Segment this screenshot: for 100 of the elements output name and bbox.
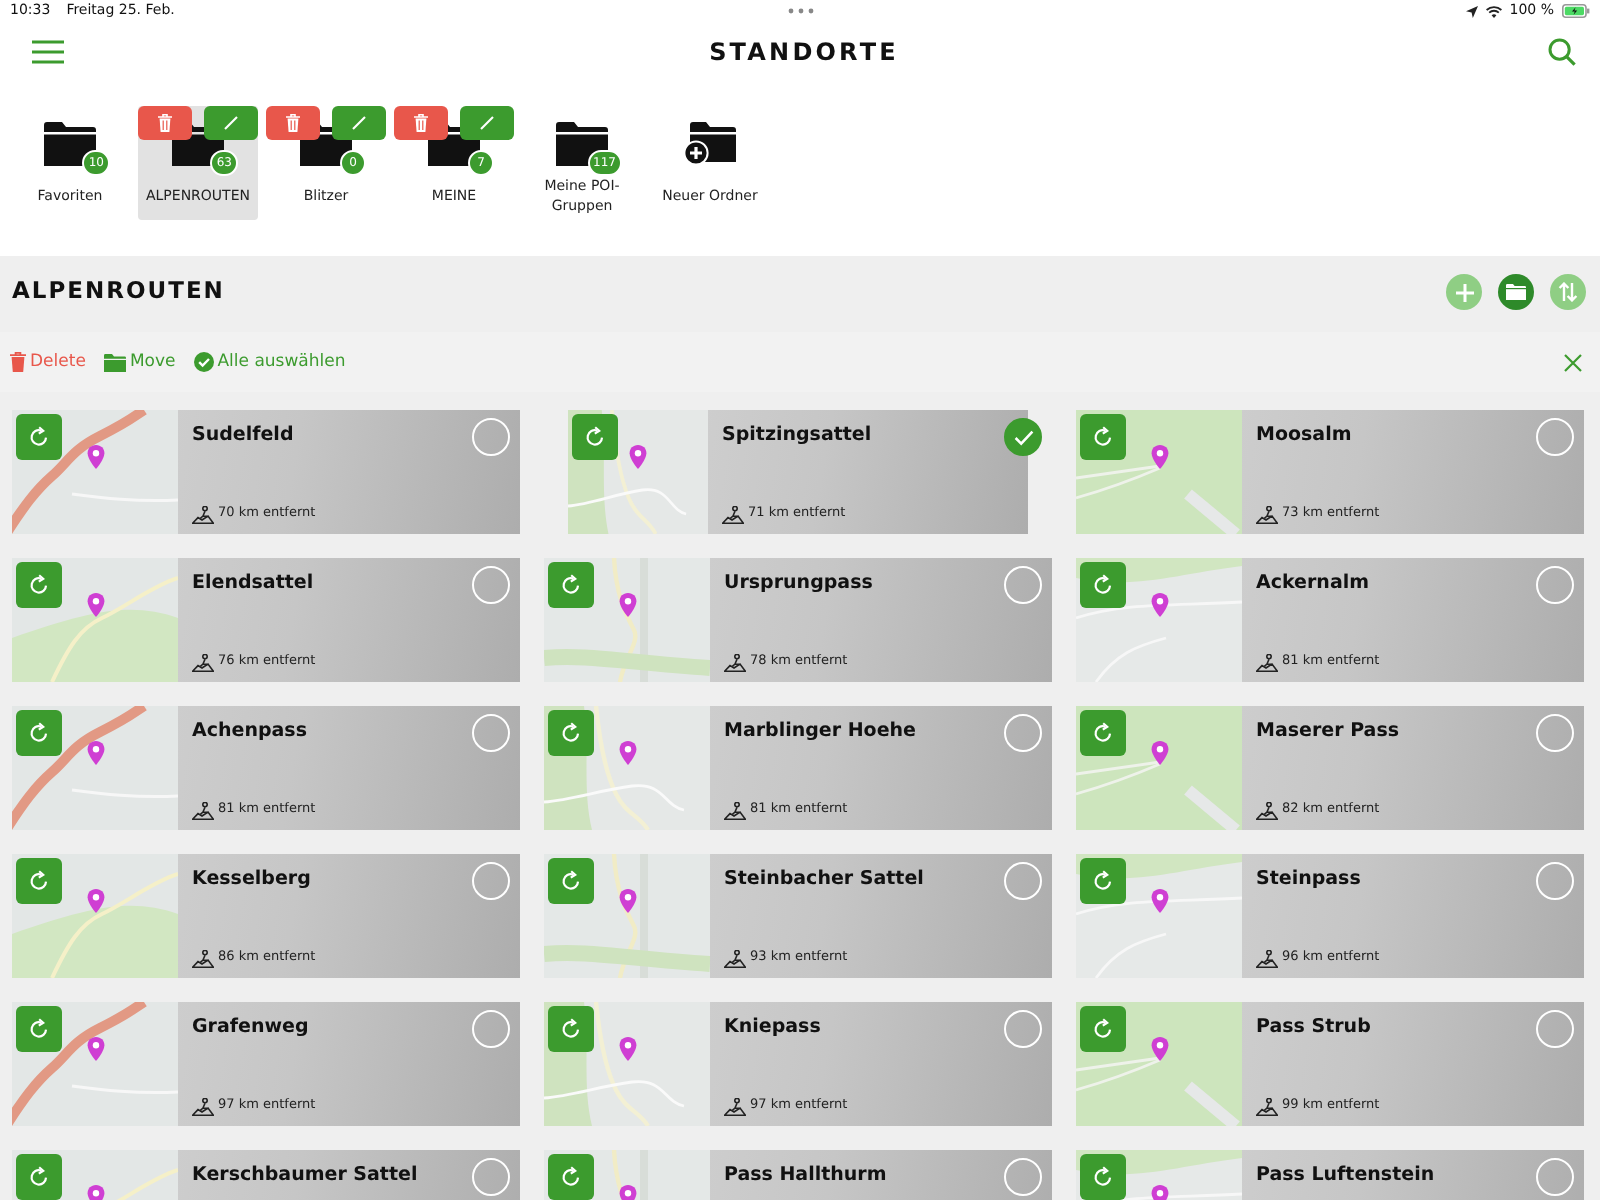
folder-icon [103, 353, 126, 371]
edit-folder-button[interactable] [204, 106, 258, 140]
person-on-hill-icon [724, 949, 746, 968]
location-name: Maserer Pass [1256, 718, 1402, 746]
refresh-icon [560, 870, 582, 892]
menu-button[interactable] [32, 39, 64, 63]
refresh-button[interactable] [1080, 562, 1126, 608]
delete-folder-button[interactable] [266, 106, 320, 140]
location-name: Grafenweg [192, 1014, 311, 1042]
pin-icon [85, 1036, 105, 1062]
person-on-hill-icon [722, 505, 744, 524]
trash-icon [414, 114, 428, 132]
folder-button[interactable] [1498, 274, 1534, 310]
pencil-icon [480, 116, 494, 130]
refresh-button[interactable] [16, 414, 62, 460]
refresh-button[interactable] [548, 562, 594, 608]
refresh-icon [1092, 426, 1114, 448]
refresh-button[interactable] [548, 710, 594, 756]
folder-icon [1506, 284, 1526, 300]
person-on-hill-icon [1256, 653, 1278, 672]
refresh-icon [28, 1166, 50, 1188]
check-icon [1013, 429, 1033, 445]
location-name: Achenpass [192, 718, 309, 746]
refresh-icon [1092, 1018, 1114, 1040]
edit-folder-button[interactable] [332, 106, 386, 140]
person-on-hill-icon [724, 1097, 746, 1116]
pin-icon [85, 592, 105, 618]
wifi-icon [1485, 5, 1502, 17]
refresh-button[interactable] [16, 1006, 62, 1052]
sort-arrows-icon [1558, 282, 1578, 302]
location-name: Kesselberg [192, 866, 313, 894]
refresh-button[interactable] [16, 1154, 62, 1200]
pin-icon [85, 444, 105, 470]
refresh-button[interactable] [548, 1154, 594, 1200]
pin-icon [617, 888, 637, 914]
close-button[interactable] [1564, 353, 1582, 371]
location-name: Pass Strub [1256, 1014, 1373, 1042]
dots-icon [787, 8, 813, 14]
location-name: Sudelfeld [192, 422, 296, 450]
location-name: Kniepass [724, 1014, 823, 1042]
menu-icon [32, 39, 64, 63]
refresh-icon [560, 574, 582, 596]
pin-icon [1149, 888, 1169, 914]
refresh-icon [584, 426, 606, 448]
refresh-icon [1092, 870, 1114, 892]
refresh-icon [560, 722, 582, 744]
search-icon [1548, 37, 1576, 65]
plus-icon [1455, 283, 1473, 301]
person-on-hill-icon [1256, 505, 1278, 524]
pencil-icon [224, 116, 238, 130]
refresh-button[interactable] [1080, 858, 1126, 904]
add-button[interactable] [1446, 274, 1482, 310]
refresh-icon [1092, 722, 1114, 744]
pin-icon [1149, 592, 1169, 618]
refresh-icon [1092, 1166, 1114, 1188]
person-on-hill-icon [192, 505, 214, 524]
location-card[interactable]: Kerschbaumer Sattel [12, 1150, 520, 1200]
pin-icon [85, 888, 105, 914]
edit-folder-button[interactable] [460, 106, 514, 140]
refresh-icon [560, 1166, 582, 1188]
refresh-button[interactable] [16, 562, 62, 608]
delete-folder-button[interactable] [138, 106, 192, 140]
select-checkbox[interactable] [1004, 418, 1042, 456]
location-name: Pass Luftenstein [1256, 1162, 1437, 1190]
location-name: Kerschbaumer Sattel [192, 1162, 420, 1190]
refresh-button[interactable] [1080, 1006, 1126, 1052]
refresh-button[interactable] [16, 710, 62, 756]
location-card[interactable]: Pass Luftenstein [1076, 1150, 1584, 1200]
refresh-icon [28, 722, 50, 744]
pin-icon [617, 740, 637, 766]
refresh-button[interactable] [1080, 710, 1126, 756]
delete-folder-button[interactable] [394, 106, 448, 140]
refresh-icon [1092, 574, 1114, 596]
location-card[interactable]: Pass Hallthurm [544, 1150, 1052, 1200]
person-on-hill-icon [192, 801, 214, 820]
location-arrow-icon [1465, 5, 1478, 17]
new-folder-icon [684, 122, 736, 166]
location-name: Ursprungpass [724, 570, 875, 598]
location-name: Spitzingsattel [722, 422, 874, 450]
location-name: Steinpass [1256, 866, 1363, 894]
refresh-icon [560, 1018, 582, 1040]
trash-icon [10, 352, 26, 372]
person-on-hill-icon [192, 653, 214, 672]
search-button[interactable] [1548, 37, 1576, 65]
refresh-button[interactable] [548, 1006, 594, 1052]
page-title: STANDORTE [709, 35, 899, 69]
person-on-hill-icon [192, 949, 214, 968]
refresh-button[interactable] [548, 858, 594, 904]
location-name: Elendsattel [192, 570, 316, 598]
section-title: ALPENROUTEN [12, 274, 225, 309]
close-icon [1564, 353, 1582, 371]
refresh-button[interactable] [16, 858, 62, 904]
pin-icon [1149, 1036, 1169, 1062]
refresh-button[interactable] [1080, 1154, 1126, 1200]
refresh-button[interactable] [572, 414, 618, 460]
sort-button[interactable] [1550, 274, 1586, 310]
pencil-icon [352, 116, 366, 130]
person-on-hill-icon [1256, 1097, 1278, 1116]
location-name: Pass Hallthurm [724, 1162, 889, 1190]
refresh-button[interactable] [1080, 414, 1126, 460]
